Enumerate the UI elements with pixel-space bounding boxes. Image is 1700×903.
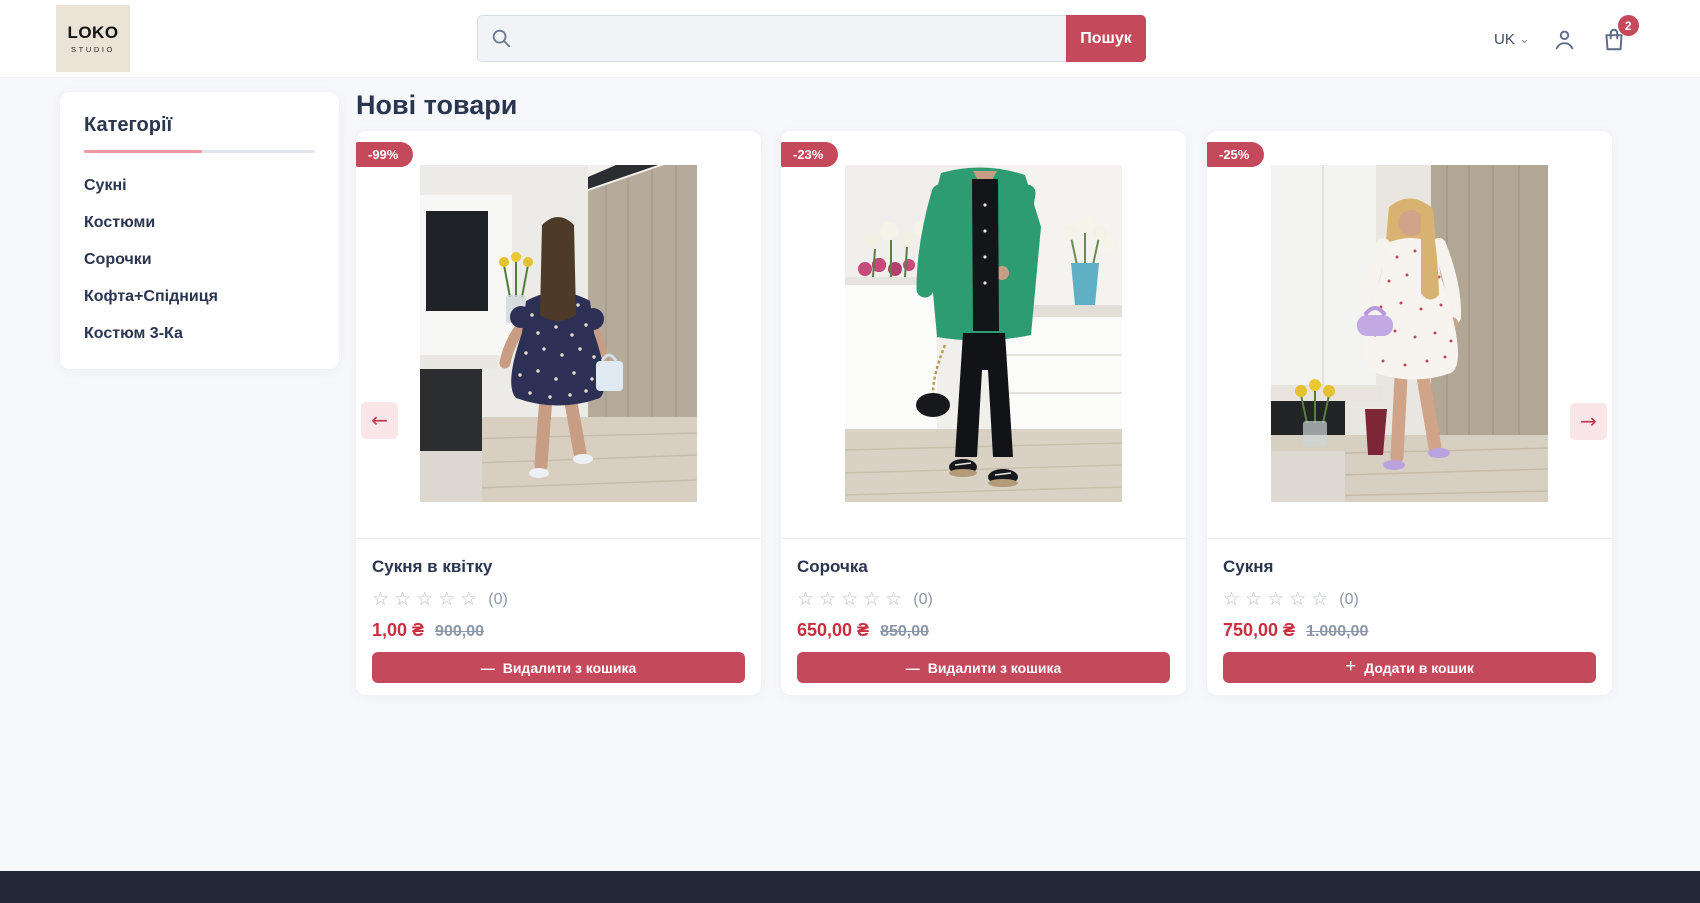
price-current: 1,00 ₴ [372, 620, 424, 641]
categories-divider [84, 150, 315, 153]
star-icon: ☆ [416, 589, 433, 610]
product-image[interactable] [356, 131, 761, 538]
search-icon [490, 27, 512, 49]
star-icon: ☆ [841, 589, 858, 610]
product-card: -25% [1207, 131, 1612, 695]
star-icon: ☆ [797, 589, 814, 610]
discount-badge: -99% [356, 142, 413, 167]
price-current: 650,00 ₴ [797, 620, 869, 641]
brand-name: LOKO [67, 23, 118, 43]
cart-count-badge: 2 [1618, 15, 1639, 36]
star-icon: ☆ [1289, 589, 1306, 610]
cart-button[interactable]: 2 [1600, 24, 1628, 54]
header: LOKO STUDIO Пошук UK ⌄ 2 [0, 0, 1700, 78]
footer [0, 871, 1700, 903]
rating-row: ☆ ☆ ☆ ☆ ☆ (0) [372, 589, 745, 610]
user-icon [1552, 27, 1577, 52]
product-title[interactable]: Сорочка [797, 557, 1170, 577]
language-code: UK [1494, 31, 1515, 48]
product-photo-navy-dress [420, 165, 697, 502]
plus-icon: + [1345, 660, 1356, 674]
star-icon: ☆ [394, 589, 411, 610]
page-title: Нові товари [356, 90, 517, 121]
brand-logo[interactable]: LOKO STUDIO [56, 5, 130, 72]
account-button[interactable] [1551, 24, 1579, 54]
sidebar-item-kostium-3ka[interactable]: Костюм 3-Ка [84, 326, 315, 342]
product-info: Сукня ☆ ☆ ☆ ☆ ☆ (0) 750,00 ₴ 1.000,00 + … [1207, 538, 1612, 699]
product-card: -23% [781, 131, 1186, 695]
arrow-left-icon: ← [371, 408, 388, 432]
carousel-next-button[interactable]: → [1570, 403, 1607, 440]
star-icon: ☆ [863, 589, 880, 610]
brand-subtitle: STUDIO [71, 45, 115, 54]
star-icon: ☆ [1245, 589, 1262, 610]
price-row: 750,00 ₴ 1.000,00 [1223, 620, 1596, 638]
star-icon: ☆ [1223, 589, 1240, 610]
language-selector[interactable]: UK ⌄ [1494, 31, 1530, 48]
carousel-prev-button[interactable]: ← [361, 402, 398, 439]
discount-badge: -23% [781, 142, 838, 167]
product-photo-green-shirt [845, 165, 1122, 502]
price-row: 1,00 ₴ 900,00 [372, 620, 745, 638]
remove-from-cart-button[interactable]: — Видалити з кошика [797, 652, 1170, 683]
arrow-right-icon: → [1580, 409, 1597, 433]
minus-icon: — [481, 660, 495, 676]
categories-list: Сукні Костюми Сорочки Кофта+Спідниця Кос… [84, 178, 315, 342]
categories-title: Категорії [84, 114, 315, 137]
star-icon: ☆ [885, 589, 902, 610]
categories-panel: Категорії Сукні Костюми Сорочки Кофта+Сп… [60, 92, 339, 369]
sidebar-item-sorochky[interactable]: Сорочки [84, 252, 315, 268]
remove-from-cart-button[interactable]: — Видалити з кошика [372, 652, 745, 683]
product-title[interactable]: Сукня в квітку [372, 557, 745, 577]
product-photo-white-dress [1271, 165, 1548, 502]
product-info: Сукня в квітку ☆ ☆ ☆ ☆ ☆ (0) 1,00 ₴ 900,… [356, 538, 761, 699]
search-input[interactable] [477, 15, 1066, 62]
cart-button-label: Видалити з кошика [503, 660, 637, 676]
header-actions: UK ⌄ 2 [1494, 0, 1628, 78]
price-old: 1.000,00 [1306, 623, 1368, 641]
add-to-cart-button[interactable]: + Додати в кошик [1223, 652, 1596, 683]
star-icon: ☆ [1311, 589, 1328, 610]
rating-row: ☆ ☆ ☆ ☆ ☆ (0) [1223, 589, 1596, 610]
product-card: -99% [356, 131, 761, 695]
price-row: 650,00 ₴ 850,00 [797, 620, 1170, 638]
product-image[interactable] [781, 131, 1186, 538]
star-icon: ☆ [438, 589, 455, 610]
minus-icon: — [906, 660, 920, 676]
star-icon: ☆ [460, 589, 477, 610]
price-old: 850,00 [880, 623, 929, 641]
price-current: 750,00 ₴ [1223, 620, 1295, 641]
sidebar-item-sukni[interactable]: Сукні [84, 178, 315, 194]
product-info: Сорочка ☆ ☆ ☆ ☆ ☆ (0) 650,00 ₴ 850,00 — … [781, 538, 1186, 699]
star-icon: ☆ [819, 589, 836, 610]
search-button[interactable]: Пошук [1066, 15, 1146, 62]
rating-count: (0) [488, 591, 508, 609]
discount-badge: -25% [1207, 142, 1264, 167]
product-image[interactable] [1207, 131, 1612, 538]
product-title[interactable]: Сукня [1223, 557, 1596, 577]
star-icon: ☆ [1267, 589, 1284, 610]
star-icon: ☆ [372, 589, 389, 610]
rating-count: (0) [913, 591, 933, 609]
rating-count: (0) [1339, 591, 1359, 609]
rating-row: ☆ ☆ ☆ ☆ ☆ (0) [797, 589, 1170, 610]
search-bar: Пошук [477, 15, 1146, 62]
chevron-down-icon: ⌄ [1519, 34, 1530, 44]
price-old: 900,00 [435, 623, 484, 641]
cart-button-label: Видалити з кошика [928, 660, 1062, 676]
sidebar-item-kostiumy[interactable]: Костюми [84, 215, 315, 231]
sidebar-item-kofta-spidnytsia[interactable]: Кофта+Спідниця [84, 289, 315, 305]
cart-button-label: Додати в кошик [1364, 660, 1474, 676]
